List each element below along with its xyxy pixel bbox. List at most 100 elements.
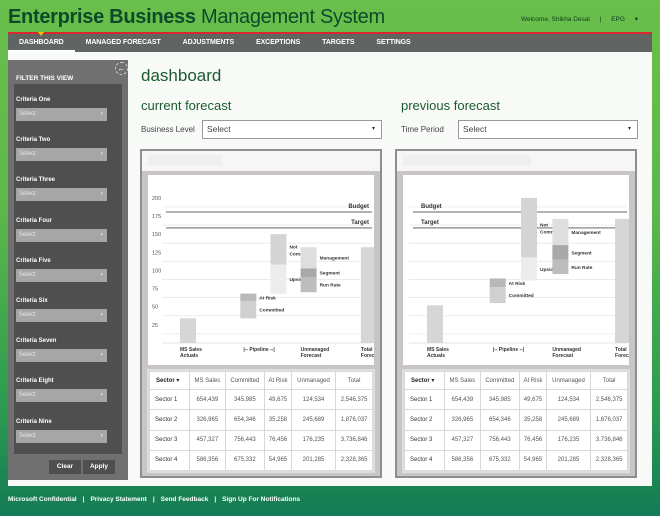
chevron-down-icon: ▾ <box>100 111 103 117</box>
reference-label: Budget <box>348 204 369 210</box>
table-row: Sector 4 586,356 675,332 54,965 201,285 2,328… <box>403 449 628 472</box>
bar-segment-segment <box>300 268 317 277</box>
table-cell: 654,439 <box>444 388 481 411</box>
table-cell: 586,356 <box>444 449 481 472</box>
y-tick-label: 200 <box>152 196 161 202</box>
org-selector[interactable]: EPG <box>611 16 625 23</box>
collapse-arrow-icon[interactable]: ← <box>115 62 128 75</box>
reference-label: Target <box>421 220 439 226</box>
time-period-select[interactable]: Select ▾ <box>458 120 638 139</box>
bar-segment-committed <box>489 287 506 304</box>
column-header: Unmanaged <box>290 371 337 390</box>
business-level-value: Select <box>207 124 231 134</box>
chevron-down-icon: ▾ <box>100 271 103 278</box>
table-cell: 124,534 <box>545 388 592 411</box>
table-cell: 654,346 <box>224 409 266 431</box>
segment-label: Committed <box>509 293 534 299</box>
column-header: Committed <box>479 371 521 390</box>
tab-exceptions[interactable]: EXCEPTIONS <box>245 34 311 52</box>
table-cell: 49,675 <box>264 388 292 411</box>
main-content: FILTER THIS VIEW ← Criteria One Select ▾ Cr… <box>8 52 652 486</box>
table-cell: 1,876,037 <box>590 409 628 431</box>
table-cell: 49,675 <box>519 388 547 411</box>
tab-managed-forecast[interactable]: MANAGED FORECAST <box>75 34 172 52</box>
criteria-value: Select <box>19 111 36 117</box>
table-row: Sector 3 457,327 756,443 76,456 176,235 3,736… <box>148 429 373 451</box>
footer-link-feedback[interactable]: Send Feedback <box>161 496 209 503</box>
filter-criteria-3: Criteria Three Select ▾ <box>16 177 112 202</box>
previous-forecast-title: previous forecast <box>401 98 500 113</box>
y-tick-label: 100 <box>152 268 161 274</box>
bar-segment-management <box>300 247 317 269</box>
waterfall-chart: 25 50 75 100 125 150 175 200 Budget Target Committ… <box>152 196 382 359</box>
bar-segment <box>615 218 635 343</box>
bar-segment-run-rate <box>300 276 317 293</box>
criteria-value: Select <box>19 271 36 278</box>
table-cell: 245,689 <box>290 409 337 431</box>
panel-header-placeholder <box>148 155 222 166</box>
table-cell: 54,965 <box>519 449 547 472</box>
segment-label: At Risk <box>509 281 526 287</box>
panel-header <box>142 151 380 171</box>
x-category-label: Forecast <box>301 353 322 359</box>
table-cell: 2,328,365 <box>335 449 373 472</box>
table-cell: Sector 2 <box>403 409 446 431</box>
tab-dashboard[interactable]: DASHBOARD <box>8 32 75 52</box>
chevron-down-icon: ▾ <box>100 432 103 439</box>
column-header: MS Sales <box>189 371 226 390</box>
business-level-select[interactable]: Select ▾ <box>202 120 382 139</box>
table-row: Sector 3 457,327 756,443 76,456 176,235 3,736… <box>403 429 628 451</box>
sort-sector-header[interactable]: Sector ▾ <box>148 371 191 390</box>
chevron-down-icon[interactable]: ▾ <box>635 16 638 23</box>
table-cell: 76,456 <box>264 429 292 451</box>
footer-link-confidential[interactable]: Microsoft Confidential <box>8 496 77 503</box>
bar-segment <box>180 318 196 343</box>
criteria-select[interactable]: Select ▾ <box>16 188 107 202</box>
table-cell: 345,985 <box>479 388 521 411</box>
header-label: Sector <box>156 378 175 384</box>
footer-link-privacy[interactable]: Privacy Statement <box>90 496 146 503</box>
criteria-select[interactable]: Select ▾ <box>16 228 107 242</box>
bar-segment-segment <box>552 245 569 260</box>
previous-sector-table: Sector ▾ MS Sales Committed At Risk Unmanage… <box>402 369 630 473</box>
table-row: Sector 2 326,965 654,346 35,258 245,689 1,876… <box>148 409 373 431</box>
clear-button[interactable]: Clear <box>49 460 81 474</box>
criteria-select[interactable]: Select ▾ <box>16 309 107 322</box>
criteria-select[interactable]: Select ▾ <box>16 389 107 403</box>
criteria-select[interactable]: Select ▾ <box>16 349 107 363</box>
table-cell: Sector 3 <box>403 429 446 451</box>
sort-caret-icon: ▾ <box>176 378 180 384</box>
table-cell: 245,689 <box>545 409 592 431</box>
sort-sector-header[interactable]: Sector ▾ <box>403 371 446 390</box>
y-tick-label: 125 <box>152 250 161 256</box>
footer: Microsoft Confidential | Privacy Statement… <box>8 496 300 503</box>
filter-criteria-1: Criteria One Select ▾ <box>16 97 112 121</box>
criteria-select[interactable]: Select ▾ <box>16 268 107 282</box>
waterfall-chart: BudgetTargetCommittedAt RiskUpsideNotCom… <box>409 197 636 359</box>
table-cell: 756,443 <box>479 429 521 451</box>
table-row: Sector 1 654,439 345,985 49,675 124,534 2,546… <box>148 388 373 411</box>
table-cell: 675,332 <box>479 449 521 472</box>
filter-criteria-8: Criteria Eight Select ▾ <box>16 378 112 403</box>
table-cell: 35,258 <box>264 409 292 431</box>
table-cell: 176,235 <box>545 429 592 451</box>
bar-segment-upside <box>521 257 538 281</box>
footer-link-notifications[interactable]: Sign Up For Notifications <box>222 496 300 503</box>
criteria-value: Select <box>19 432 36 439</box>
apply-button[interactable]: Apply <box>83 460 115 474</box>
criteria-select[interactable]: Select ▾ <box>16 108 107 121</box>
app-title-light: Management System <box>200 6 385 28</box>
criteria-select[interactable]: Select ▾ <box>16 429 107 443</box>
tab-settings[interactable]: SETTINGS <box>365 34 421 52</box>
table-cell: 326,965 <box>444 409 481 431</box>
criteria-select[interactable]: Select ▾ <box>16 148 107 162</box>
table-cell: 756,443 <box>224 429 266 451</box>
tab-targets[interactable]: TARGETS <box>311 34 365 52</box>
tab-adjustments[interactable]: ADJUSTMENTS <box>172 34 245 52</box>
bar-segment-not-committed <box>521 197 538 258</box>
filter-criteria-5: Criteria Five Select ▾ <box>16 258 112 282</box>
current-sector-table: Sector ▾ MS Sales Committed At Risk Unmanage… <box>147 369 375 473</box>
sort-caret-icon: ▾ <box>431 378 435 384</box>
segment-label: Not <box>289 244 297 250</box>
table-cell: Sector 4 <box>403 449 446 472</box>
